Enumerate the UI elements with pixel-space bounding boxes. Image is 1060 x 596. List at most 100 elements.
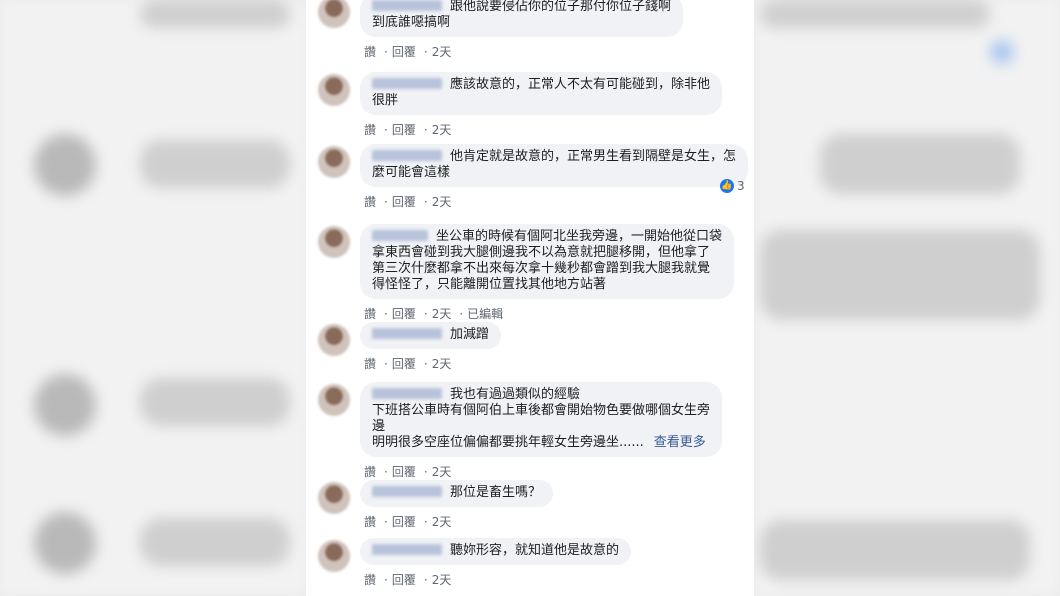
commenter-name[interactable]	[372, 0, 442, 11]
comment-text: 他肯定就是故意的，正常男生看到隔壁是女生，怎	[450, 149, 737, 164]
separator-dot: ·	[384, 357, 388, 371]
separator-dot: ·	[423, 573, 428, 587]
comment-text-line: 應該故意的，正常人不太有可能碰到，除非他	[372, 77, 710, 93]
separator-dot: ·	[423, 515, 428, 529]
reply-link[interactable]: 回覆	[392, 573, 416, 587]
avatar[interactable]	[318, 226, 350, 258]
like-link[interactable]: 讚	[364, 123, 376, 137]
timestamp[interactable]: 2天	[432, 357, 452, 371]
comment-text: 得怪怪了，只能離開位置找其他地方站著	[372, 277, 607, 292]
comment-text-line: 第三次什麼都拿不出來每次拿十幾秒都會蹭到我大腿我就覺	[372, 261, 722, 277]
comment-text-line: 跟他說要侵佔你的位子那付你位子錢啊	[372, 0, 671, 15]
timestamp[interactable]: 2天	[432, 195, 452, 209]
comments-panel: 跟他說要侵佔你的位子那付你位子錢啊 到底誰噁搞啊讚 · 回覆 · 2天 應該故意的，正常人不…	[306, 0, 754, 596]
comment-actions: 讚 · 回覆 · 2天 · 已編輯	[364, 305, 507, 322]
comment-text-line: 到底誰噁搞啊	[372, 15, 671, 31]
comment-text-line: 麼可能會這樣	[372, 165, 736, 181]
timestamp[interactable]: 2天	[432, 515, 452, 529]
separator-dot: ·	[384, 307, 388, 321]
like-link[interactable]: 讚	[364, 515, 376, 529]
comment-text: 第三次什麼都拿不出來每次拿十幾秒都會蹭到我大腿我就覺	[372, 261, 711, 276]
timestamp[interactable]: 2天	[432, 465, 452, 479]
timestamp[interactable]: 2天	[432, 307, 452, 321]
avatar[interactable]	[318, 324, 350, 356]
like-link[interactable]: 讚	[364, 307, 376, 321]
timestamp[interactable]: 2天	[432, 123, 452, 137]
commenter-name[interactable]	[372, 150, 442, 161]
reply-link[interactable]: 回覆	[392, 515, 416, 529]
separator-dot: ·	[384, 515, 388, 529]
comment-text-line: 他肯定就是故意的，正常男生看到隔壁是女生，怎	[372, 149, 736, 165]
comment-text-line: 明明很多空座位偏偏都要挑年輕女生旁邊坐...... 查看更多	[372, 435, 710, 451]
comment-text: 坐公車的時候有個阿北坐我旁邊，一開始他從口袋	[436, 229, 723, 244]
reply-link[interactable]: 回覆	[392, 45, 416, 59]
commenter-name[interactable]	[372, 78, 442, 89]
comment-bubble: 那位是畜生嗎？	[360, 480, 554, 507]
commenter-name[interactable]	[372, 544, 442, 555]
comment-text-line: 聽妳形容，就知道他是故意的	[372, 543, 619, 559]
comment-text: 麼可能會這樣	[372, 165, 451, 180]
avatar[interactable]	[318, 540, 350, 572]
avatar[interactable]	[318, 74, 350, 106]
comment-text-line: 下班搭公車時有個阿伯上車後都會開始物色要做哪個女生旁	[372, 403, 710, 419]
like-link[interactable]: 讚	[364, 195, 376, 209]
reaction-number: 3	[737, 179, 745, 193]
separator-dot: ·	[459, 307, 464, 321]
comment-bubble: 聽妳形容，就知道他是故意的	[360, 538, 632, 565]
comment-bubble: 我也有過過類似的經驗 下班搭公車時有個阿伯上車後都會開始物色要做哪個女生旁邊明明很…	[360, 382, 723, 457]
commenter-name[interactable]	[372, 388, 442, 399]
separator-dot: ·	[423, 195, 428, 209]
separator-dot: ·	[423, 307, 428, 321]
comment-bubble: 跟他說要侵佔你的位子那付你位子錢啊 到底誰噁搞啊	[360, 0, 684, 37]
like-link[interactable]: 讚	[364, 357, 376, 371]
comment-text-line: 加減蹭	[372, 327, 489, 343]
like-link[interactable]: 讚	[364, 573, 376, 587]
commenter-name[interactable]	[372, 230, 428, 241]
avatar[interactable]	[318, 384, 350, 416]
comment-bubble: 他肯定就是故意的，正常男生看到隔壁是女生，怎 麼可能會這樣	[360, 144, 749, 187]
reply-link[interactable]: 回覆	[392, 307, 416, 321]
comment-text-line: 那位是畜生嗎？	[372, 485, 541, 501]
comment-text: 拿東西會碰到我大腿側邊我不以為意就把腿移開，但他拿了	[372, 245, 711, 260]
reply-link[interactable]: 回覆	[392, 123, 416, 137]
separator-dot: ·	[423, 357, 428, 371]
avatar[interactable]	[318, 0, 350, 28]
separator-dot: ·	[384, 195, 388, 209]
see-more-link[interactable]: 查看更多	[654, 435, 706, 450]
comment-bubble: 加減蹭	[360, 322, 502, 349]
comment-text: 那位是畜生嗎？	[450, 485, 542, 500]
comment-actions: 讚 · 回覆 · 2天	[364, 463, 455, 480]
comment-text: 明明很多空座位偏偏都要挑年輕女生旁邊坐......	[372, 435, 644, 450]
comment-text-line: 坐公車的時候有個阿北坐我旁邊，一開始他從口袋	[372, 229, 722, 245]
like-link[interactable]: 讚	[364, 45, 376, 59]
comment-actions: 讚 · 回覆 · 2天	[364, 571, 455, 588]
timestamp[interactable]: 2天	[432, 45, 452, 59]
comment-text-line: 拿東西會碰到我大腿側邊我不以為意就把腿移開，但他拿了	[372, 245, 722, 261]
comment-text-line: 邊	[372, 419, 710, 435]
comment-text: 很胖	[372, 93, 399, 108]
avatar[interactable]	[318, 146, 350, 178]
comment-bubble: 坐公車的時候有個阿北坐我旁邊，一開始他從口袋 拿東西會碰到我大腿側邊我不以為意就把…	[360, 224, 735, 299]
comment-text-line: 我也有過過類似的經驗	[372, 387, 710, 403]
timestamp[interactable]: 2天	[432, 573, 452, 587]
like-link[interactable]: 讚	[364, 465, 376, 479]
reply-link[interactable]: 回覆	[392, 465, 416, 479]
separator-dot: ·	[384, 465, 388, 479]
like-icon: 👍	[720, 179, 734, 193]
comment-bubble: 應該故意的，正常人不太有可能碰到，除非他 很胖	[360, 72, 723, 115]
reaction-count[interactable]: 👍 3	[720, 179, 745, 193]
comment-text: 聽妳形容，就知道他是故意的	[450, 543, 620, 558]
comment-actions: 讚 · 回覆 · 2天	[364, 43, 455, 60]
comment-text: 我也有過過類似的經驗	[450, 387, 581, 402]
commenter-name[interactable]	[372, 486, 442, 497]
commenter-name[interactable]	[372, 328, 442, 339]
separator-dot: ·	[423, 465, 428, 479]
avatar[interactable]	[318, 482, 350, 514]
comment-text-line: 得怪怪了，只能離開位置找其他地方站著	[372, 277, 722, 293]
comment-text: 加減蹭	[450, 327, 490, 342]
reply-link[interactable]: 回覆	[392, 357, 416, 371]
separator-dot: ·	[384, 123, 388, 137]
comment-actions: 讚 · 回覆 · 2天	[364, 193, 455, 210]
reply-link[interactable]: 回覆	[392, 195, 416, 209]
separator-dot: ·	[423, 123, 428, 137]
